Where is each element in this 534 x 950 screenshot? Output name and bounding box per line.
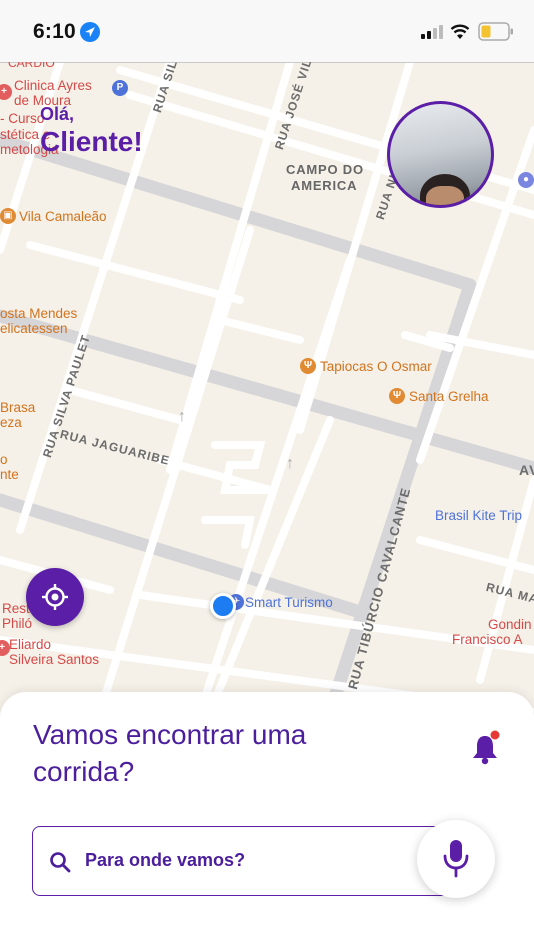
crosshair-icon xyxy=(42,584,68,610)
area-label: AMERICA xyxy=(291,178,358,193)
bell-icon[interactable] xyxy=(470,730,500,766)
place-marker-icon: ● xyxy=(518,172,534,188)
poi-label[interactable]: o xyxy=(0,452,8,467)
sheet-title: Vamos encontrar uma corrida? xyxy=(33,719,307,787)
microphone-icon xyxy=(443,840,469,878)
user-location-marker xyxy=(210,593,236,619)
destination-search-input[interactable]: Para onde vamos? xyxy=(32,826,452,896)
poi-label[interactable]: - Curso xyxy=(0,111,44,126)
battery-icon xyxy=(478,22,513,41)
poi-label[interactable]: Smart Turismo xyxy=(245,595,333,610)
poi-label[interactable]: elicatessen xyxy=(0,321,68,336)
greeting: Olá, Cliente! xyxy=(40,103,143,159)
recenter-location-button[interactable] xyxy=(26,568,84,626)
restaurant-icon: Ψ xyxy=(389,388,405,404)
status-time: 6:10 xyxy=(33,20,76,43)
one-way-arrow-icon: ↑ xyxy=(178,408,186,425)
avatar-face xyxy=(426,186,464,205)
location-arrow-icon xyxy=(80,22,100,42)
greeting-name: Cliente! xyxy=(40,126,143,157)
poi-label[interactable]: osta Mendes xyxy=(0,306,77,321)
search-placeholder: Para onde vamos? xyxy=(85,850,246,870)
one-way-arrow-icon: ↑ xyxy=(286,455,294,472)
cellular-signal-icon xyxy=(421,25,443,39)
poi-label[interactable]: Philó xyxy=(2,616,32,631)
search-icon xyxy=(50,852,71,873)
status-bar: 6:10 xyxy=(0,0,534,62)
poi-label[interactable]: Brasa xyxy=(0,400,35,415)
parking-icon: P xyxy=(112,80,128,96)
restaurant-icon: Ψ xyxy=(300,358,316,374)
wifi-icon xyxy=(450,24,470,39)
shopping-icon: ▣ xyxy=(0,208,16,224)
poi-label[interactable]: Francisco A xyxy=(452,632,523,647)
poi-label[interactable]: nte xyxy=(0,467,19,482)
poi-label: CARDIO xyxy=(8,62,55,70)
poi-label[interactable]: Brasil Kite Trip xyxy=(435,508,522,523)
area-label: CAMPO DO xyxy=(286,162,364,177)
poi-label[interactable]: Clinica Ayres xyxy=(14,78,92,93)
street-label: AV xyxy=(519,462,534,478)
poi-label[interactable]: Silveira Santos xyxy=(9,652,99,667)
poi-label[interactable]: Vila Camaleão xyxy=(19,209,107,224)
poi-label[interactable]: eza xyxy=(0,415,22,430)
voice-search-button[interactable] xyxy=(417,820,495,898)
poi-label[interactable]: Gondin xyxy=(488,617,532,632)
poi-label[interactable]: Tapiocas O Osmar xyxy=(320,359,432,374)
poi-label[interactable]: Eliardo xyxy=(9,637,51,652)
greeting-hello: Olá, xyxy=(40,104,75,124)
profile-avatar[interactable] xyxy=(387,101,494,208)
poi-label[interactable]: Santa Grelha xyxy=(409,389,489,404)
